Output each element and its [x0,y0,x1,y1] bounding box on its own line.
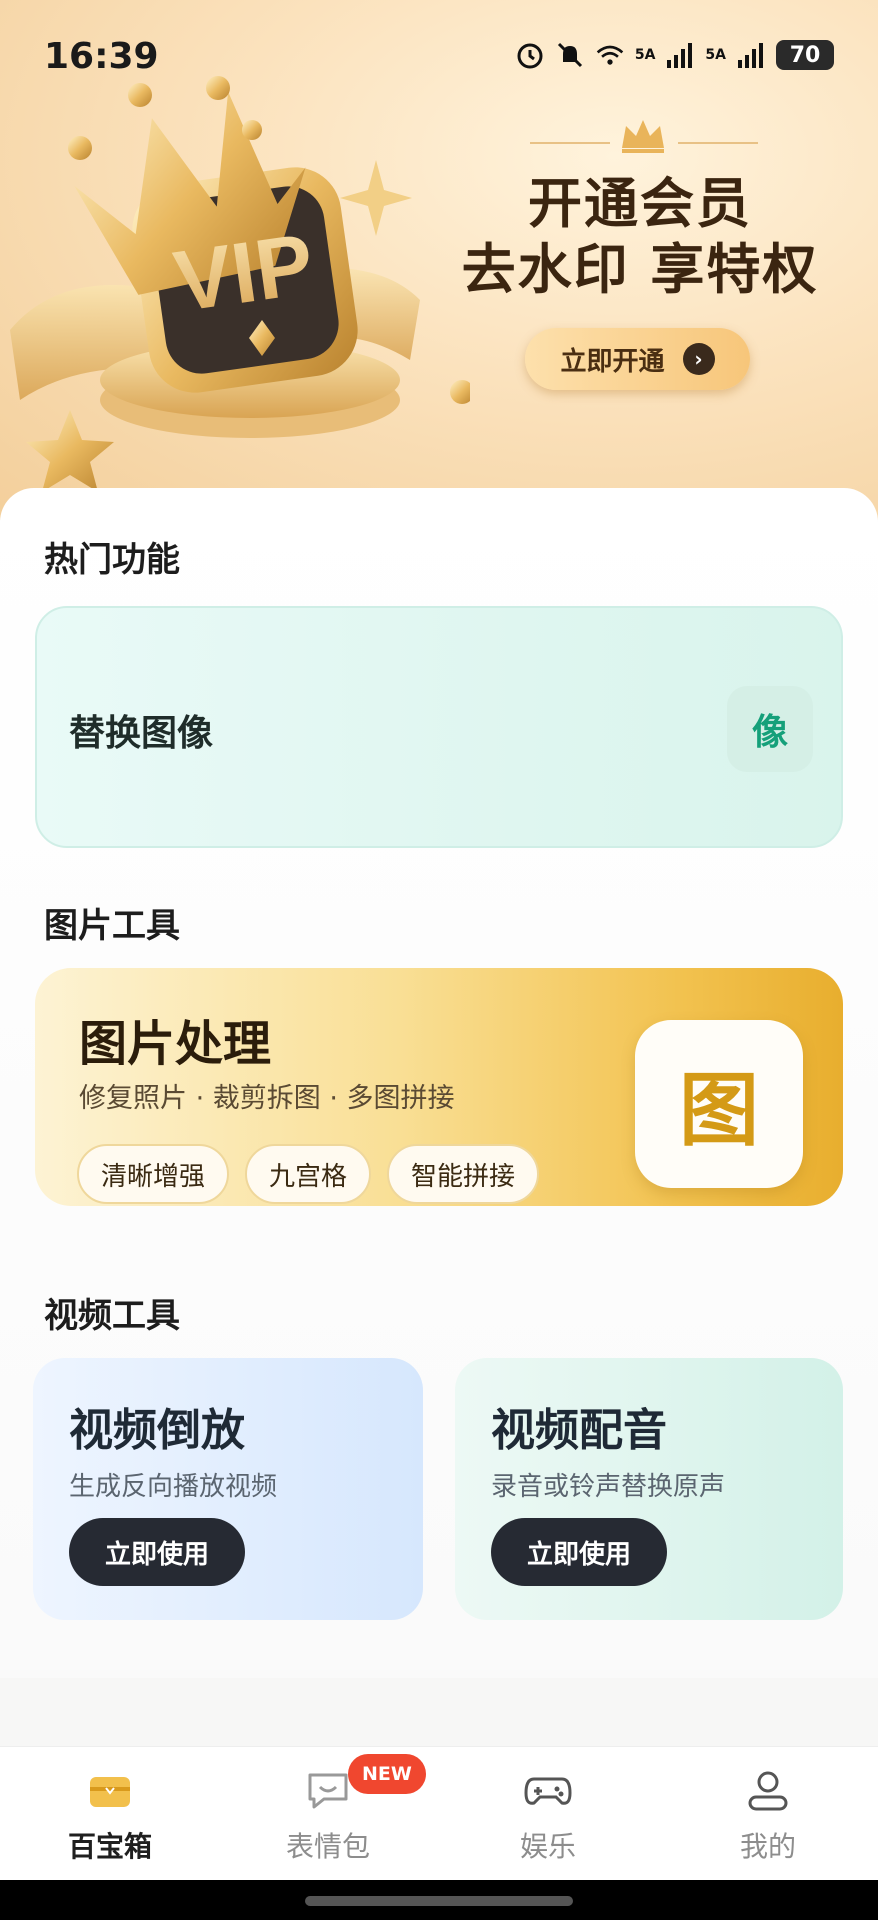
nav-label-me: 我的 [739,1830,796,1863]
video-dubbing-use-button[interactable]: 立即使用 [491,1518,667,1586]
image-chips: 清晰增强 九宫格 智能拼接 [77,1144,540,1204]
signal-icon [738,43,763,68]
signal1-label: 5A [634,47,656,63]
bottom-nav: 百宝箱 表情包 娱乐 我的 [0,1746,878,1880]
gamepad-icon [524,1777,572,1805]
replace-image-card[interactable]: 替换图像 像 [35,606,843,848]
open-vip-label: 立即开通 [560,346,665,377]
replace-image-title: 替换图像 [69,713,214,754]
status-time: 16:39 [44,36,159,77]
toolbox-icon [90,1777,130,1807]
portrait-icon: 像 [727,686,813,772]
banner-copy: 开通会员 去水印 享特权 [450,120,830,304]
image-tools-title: 图片工具 [44,906,180,946]
alarm-icon [517,43,543,69]
image-icon: 图 [635,1020,803,1188]
bell-mute-icon [557,42,582,68]
nav-item-entertainment[interactable]: 娱乐 [468,1769,628,1865]
video-reverse-card[interactable]: 视频倒放 生成反向播放视频 立即使用 [33,1358,423,1620]
vip-crown-illustration: VIP [10,76,470,490]
video-dubbing-subtitle: 录音或铃声替换原声 [491,1472,726,1502]
sticker-chat-icon [308,1773,348,1809]
chevron-right-icon: › [682,343,715,375]
signal2-label: 5A [705,47,726,63]
video-reverse-subtitle: 生成反向播放视频 [69,1472,278,1502]
banner-title-line1: 开通会员 [528,172,752,235]
nav-label-toolbox: 百宝箱 [67,1830,152,1863]
battery-icon: 70 [776,40,834,70]
open-vip-button[interactable]: 立即开通 › [525,328,750,390]
nav-label-entertainment: 娱乐 [519,1830,576,1863]
user-icon [748,1771,788,1811]
video-dubbing-title: 视频配音 [491,1405,667,1456]
wifi-icon [596,45,624,65]
image-processing-subtitle: 修复照片 · 裁剪拆图 · 多图拼接 [79,1083,455,1114]
status-icons: 5A 5A 70 [515,40,834,70]
home-indicator[interactable] [305,1896,573,1906]
chip-sharpen[interactable]: 清晰增强 [77,1144,230,1204]
chip-smart-stitch[interactable]: 智能拼接 [387,1144,540,1204]
signal-icon [667,43,693,68]
banner-title-line2: 去水印 享特权 [461,238,819,301]
video-tools-title: 视频工具 [44,1296,180,1336]
main-panel: 热门功能 替换图像 像 图片工具 图片处理 修复照片 · 裁剪拆图 · 多图拼接… [0,488,878,1678]
new-badge: NEW [348,1754,426,1794]
video-reverse-title: 视频倒放 [69,1405,245,1456]
nav-item-me[interactable]: 我的 [688,1769,848,1865]
chip-grid[interactable]: 九宫格 [245,1144,372,1204]
nav-label-stickers: 表情包 [285,1830,370,1863]
status-bar: 16:39 5A 5A 70 [0,0,878,120]
svg-text:VIP: VIP [169,216,320,330]
video-reverse-use-button[interactable]: 立即使用 [69,1518,245,1586]
nav-item-toolbox[interactable]: 百宝箱 [30,1769,190,1865]
image-processing-title: 图片处理 [79,1016,272,1072]
hot-section-title: 热门功能 [44,540,180,580]
video-dubbing-card[interactable]: 视频配音 录音或铃声替换原声 立即使用 [455,1358,843,1620]
image-processing-card[interactable]: 图片处理 修复照片 · 裁剪拆图 · 多图拼接 清晰增强 九宫格 智能拼接 图 [35,968,843,1206]
